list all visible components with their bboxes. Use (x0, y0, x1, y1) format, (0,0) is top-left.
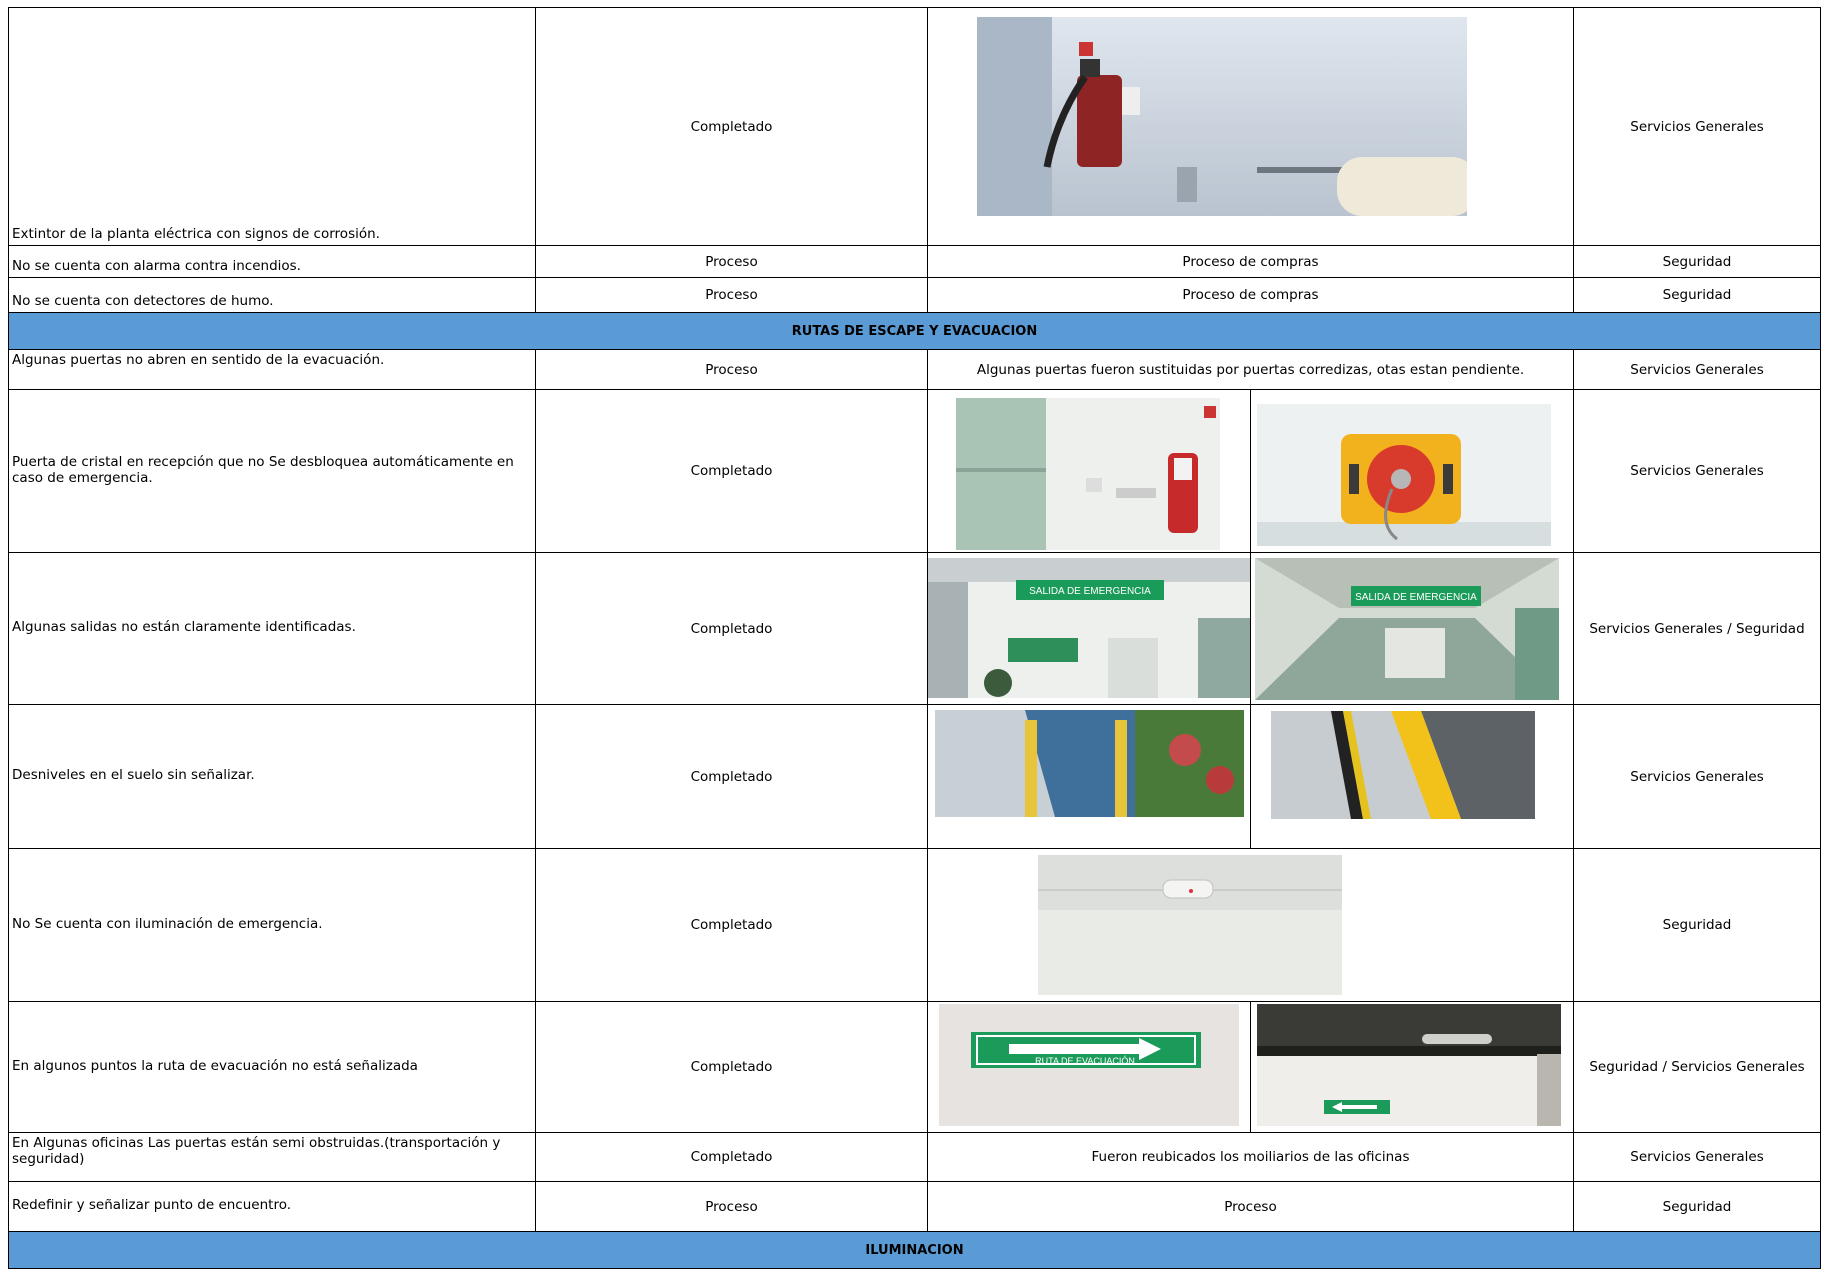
emergency-light-photo (1038, 855, 1342, 995)
finding-evidence: Algunas puertas fueron sustituidas por p… (927, 349, 1574, 390)
evacuation-checklist-sheet: Extintor de la planta eléctrica con sign… (8, 7, 1821, 1269)
evidence-cell (927, 848, 1574, 1002)
responsible-party: Servicios Generales (1573, 349, 1821, 390)
responsible-party: Servicios Generales (1573, 704, 1821, 849)
evidence-cell (927, 7, 1574, 246)
responsible-party: Seguridad (1573, 848, 1821, 1002)
evidence-cell: RUTA DE EVACUACIÓN (927, 1001, 1251, 1133)
finding-status: Completado (535, 1132, 928, 1182)
evidence-cell (1250, 389, 1574, 553)
exit-sign-text: SALIDA DE EMERGENCIA (1355, 592, 1477, 603)
finding-status: Proceso (535, 277, 928, 313)
finding-evidence: Fueron reubicados los moiliarios de las … (927, 1132, 1574, 1182)
glass-door-photo (956, 398, 1220, 550)
finding-status: Completado (535, 848, 928, 1002)
finding-description: Puerta de cristal en recepción que no Se… (8, 389, 536, 553)
table-row: Algunas salidas no están claramente iden… (8, 552, 1821, 705)
responsible-party: Seguridad (1573, 245, 1821, 278)
finding-description: Extintor de la planta eléctrica con sign… (8, 7, 536, 246)
evidence-cell (927, 704, 1251, 849)
table-row: En algunos puntos la ruta de evacuación … (8, 1001, 1821, 1133)
findings-table: Extintor de la planta eléctrica con sign… (8, 7, 1821, 1269)
finding-description: No se cuenta con alarma contra incendios… (8, 245, 536, 278)
responsible-party: Seguridad (1573, 277, 1821, 313)
finding-description: Algunas salidas no están claramente iden… (8, 552, 536, 705)
finding-description: No Se cuenta con iluminación de emergenc… (8, 848, 536, 1002)
finding-status: Completado (535, 552, 928, 705)
section-header-row: ILUMINACION (8, 1231, 1821, 1269)
responsible-party: Seguridad (1573, 1181, 1821, 1232)
finding-description: En Algunas oficinas Las puertas están se… (8, 1132, 536, 1182)
table-row: Algunas puertas no abren en sentido de l… (8, 349, 1821, 390)
finding-status: Proceso (535, 245, 928, 278)
responsible-party: Servicios Generales (1573, 1132, 1821, 1182)
finding-description: No se cuenta con detectores de humo. (8, 277, 536, 313)
finding-status: Proceso (535, 1181, 928, 1232)
evidence-cell (927, 389, 1251, 553)
route-sign-photo: RUTA DE EVACUACIÓN (939, 1004, 1239, 1126)
exit-corridor-photo: SALIDA DE EMERGENCIA (1255, 558, 1559, 700)
extinguisher-photo (977, 17, 1467, 216)
finding-status: Completado (535, 1001, 928, 1133)
route-sign-text: RUTA DE EVACUACIÓN (1035, 1056, 1135, 1066)
evidence-cell: SALIDA DE EMERGENCIA (1250, 552, 1574, 705)
finding-description: Algunas puertas no abren en sentido de l… (8, 349, 536, 390)
responsible-party: Servicios Generales (1573, 389, 1821, 553)
exit-hallway-photo: SALIDA DE EMERGENCIA (928, 558, 1250, 698)
stairs-marking-photo (935, 710, 1244, 817)
finding-description: Redefinir y señalizar punto de encuentro… (8, 1181, 536, 1232)
table-row: Desniveles en el suelo sin señalizar. Co… (8, 704, 1821, 849)
finding-evidence: Proceso de compras (927, 277, 1574, 313)
responsible-party: Seguridad / Servicios Generales (1573, 1001, 1821, 1133)
finding-status: Proceso (535, 349, 928, 390)
finding-evidence: Proceso de compras (927, 245, 1574, 278)
table-row: No se cuenta con detectores de humo. Pro… (8, 277, 1821, 313)
section-header-row: RUTAS DE ESCAPE Y EVACUACION (8, 312, 1821, 350)
finding-status: Completado (535, 7, 928, 246)
table-row: Puerta de cristal en recepción que no Se… (8, 389, 1821, 553)
table-row: Redefinir y señalizar punto de encuentro… (8, 1181, 1821, 1232)
curb-marking-photo (1271, 711, 1535, 819)
finding-description: En algunos puntos la ruta de evacuación … (8, 1001, 536, 1133)
responsible-party: Servicios Generales (1573, 7, 1821, 246)
exit-sign-text: SALIDA DE EMERGENCIA (1029, 586, 1151, 597)
table-row: En Algunas oficinas Las puertas están se… (8, 1132, 1821, 1182)
finding-status: Completado (535, 389, 928, 553)
release-button-photo (1257, 404, 1551, 546)
section-title: ILUMINACION (8, 1231, 1821, 1269)
route-arrow-photo (1257, 1004, 1561, 1126)
finding-status: Completado (535, 704, 928, 849)
section-title: RUTAS DE ESCAPE Y EVACUACION (8, 312, 1821, 350)
table-row: Extintor de la planta eléctrica con sign… (8, 7, 1821, 246)
evidence-cell (1250, 1001, 1574, 1133)
table-row: No se cuenta con alarma contra incendios… (8, 245, 1821, 278)
evidence-cell: SALIDA DE EMERGENCIA (927, 552, 1251, 705)
evidence-cell (1250, 704, 1574, 849)
responsible-party: Servicios Generales / Seguridad (1573, 552, 1821, 705)
finding-description: Desniveles en el suelo sin señalizar. (8, 704, 536, 849)
table-row: No Se cuenta con iluminación de emergenc… (8, 848, 1821, 1002)
finding-evidence: Proceso (927, 1181, 1574, 1232)
